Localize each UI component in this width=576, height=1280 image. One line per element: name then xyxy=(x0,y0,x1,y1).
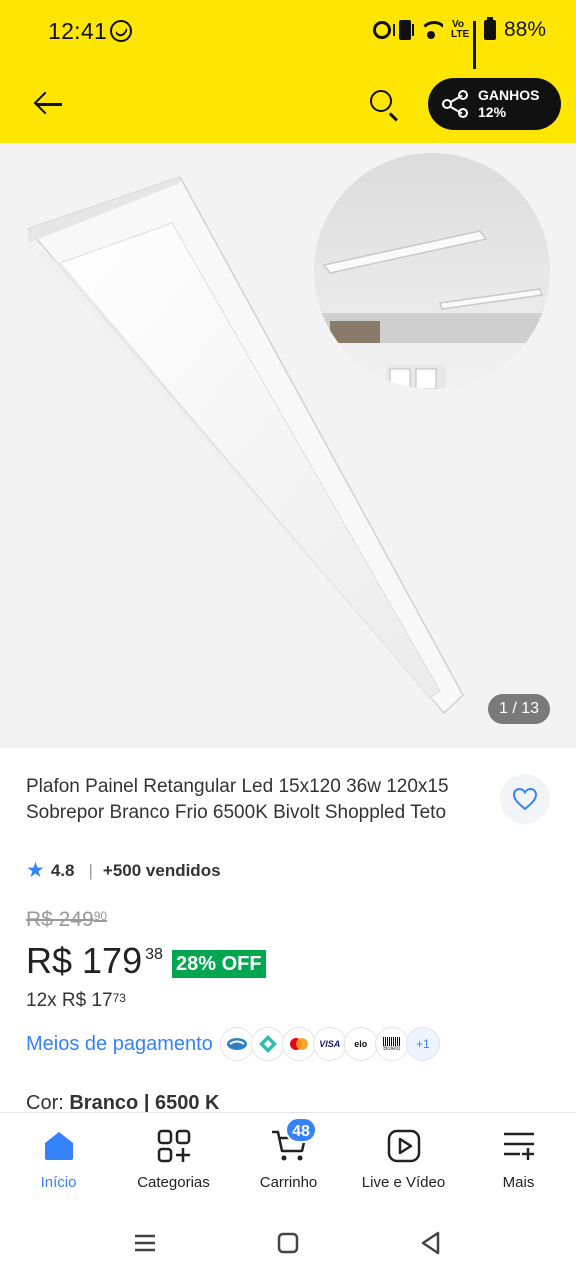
nav-item-mais[interactable]: Mais xyxy=(461,1113,576,1205)
installments-int: 12x R$ 17 xyxy=(26,990,113,1011)
nav-item-live[interactable]: Live e Vídeo xyxy=(346,1113,461,1205)
back-triangle-icon xyxy=(421,1231,440,1255)
product-image-gallery[interactable] xyxy=(0,143,576,748)
cart-count-badge: 48 xyxy=(285,1117,317,1143)
share-icon xyxy=(442,90,470,118)
volte-icon: Vo LTE xyxy=(450,19,470,40)
payment-methods-link[interactable]: Meios de pagamento xyxy=(26,1033,213,1056)
signal-icon xyxy=(472,21,476,69)
nav-label-live: Live e Vídeo xyxy=(361,1174,446,1191)
nav-label-categorias: Categorias xyxy=(137,1174,210,1191)
star-icon: ★ xyxy=(26,859,45,882)
recent-apps-button[interactable] xyxy=(130,1228,160,1258)
product-title: Plafon Painel Retangular Led 15x120 36w … xyxy=(26,776,449,823)
battery-icon xyxy=(483,17,496,40)
current-price-int: R$ 179 xyxy=(26,940,143,981)
vibrate-icon xyxy=(392,20,414,40)
recent-apps-icon xyxy=(135,1234,155,1252)
home-system-button[interactable] xyxy=(273,1228,303,1258)
boleto-icon: Boleto xyxy=(374,1027,409,1061)
boleto-label: Boleto xyxy=(383,1045,401,1052)
gains-share-button[interactable]: GANHOS 12% xyxy=(428,78,561,130)
pix-icon xyxy=(250,1027,285,1061)
whatsapp-icon xyxy=(110,20,132,42)
home-square-icon xyxy=(277,1232,299,1254)
elo-icon: elo xyxy=(343,1027,378,1061)
status-time: 12:41 xyxy=(48,18,108,44)
product-image xyxy=(26,153,550,715)
discount-badge: 28% OFF xyxy=(172,950,266,978)
nav-label-carrinho: Carrinho xyxy=(259,1174,318,1191)
alarm-icon xyxy=(372,21,391,39)
mastercard-icon xyxy=(281,1027,316,1061)
home-icon xyxy=(44,1132,73,1160)
visa-icon: VISA xyxy=(312,1027,347,1061)
search-button[interactable] xyxy=(368,88,402,122)
favorite-button[interactable] xyxy=(500,774,550,824)
original-price: R$ 24990 xyxy=(26,908,107,932)
rating-score: 4.8 xyxy=(50,860,75,880)
system-navigation-bar xyxy=(0,1204,576,1280)
more-payment-methods[interactable]: +1 xyxy=(405,1027,440,1061)
back-system-button[interactable] xyxy=(416,1228,446,1258)
status-bar: 12:41 Vo LTE 88% xyxy=(0,0,576,69)
installments-cents: 73 xyxy=(112,991,126,1005)
current-price-cents: 38 xyxy=(145,946,163,963)
nav-label-inicio: Início xyxy=(40,1174,77,1191)
nav-item-inicio[interactable]: Início xyxy=(1,1113,116,1205)
back-arrow-head xyxy=(33,91,57,115)
heart-icon xyxy=(512,787,538,811)
play-icon xyxy=(387,1129,420,1163)
back-button[interactable] xyxy=(30,86,66,122)
original-price-int: R$ 249 xyxy=(26,908,94,931)
installments: 12x R$ 1773 xyxy=(26,990,126,1012)
rating-row[interactable]: ★ 4.8 | +500 vendidos xyxy=(26,858,221,883)
color-label: Cor: xyxy=(26,1092,64,1114)
color-value: Branco | 6500 K xyxy=(69,1092,220,1114)
nav-label-mais: Mais xyxy=(502,1174,535,1191)
current-price: R$ 179 38 xyxy=(26,940,163,982)
status-icons: Vo LTE 88% xyxy=(372,17,546,69)
app-header-area: 12:41 Vo LTE 88% GANHOS 12% xyxy=(0,0,576,143)
search-icon xyxy=(370,90,392,112)
menu-plus-icon xyxy=(503,1132,534,1160)
categories-icon xyxy=(157,1129,190,1163)
gains-label: GANHOS xyxy=(478,87,540,103)
battery-level: 88% xyxy=(503,18,546,41)
search-icon-handle xyxy=(389,112,398,122)
payment-methods-row[interactable]: Meios de pagamento VISA elo Boleto +1 xyxy=(26,1027,440,1061)
card-icon xyxy=(219,1027,254,1061)
nav-item-categorias[interactable]: Categorias xyxy=(116,1113,231,1205)
divider: | xyxy=(88,860,93,880)
wifi-icon xyxy=(418,21,443,39)
gains-percent: 12% xyxy=(478,104,507,120)
original-price-cents: 90 xyxy=(93,909,108,923)
nav-header: GANHOS 12% xyxy=(0,64,576,143)
sold-count: +500 vendidos xyxy=(102,860,221,880)
image-counter: 1 / 13 xyxy=(488,694,550,724)
